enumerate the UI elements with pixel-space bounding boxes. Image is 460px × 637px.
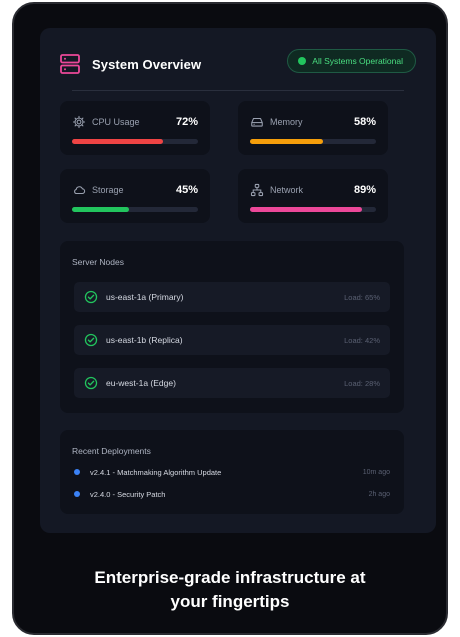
node-load: Load: 28%: [344, 378, 380, 388]
node-load: Load: 65%: [344, 292, 380, 302]
metric-value: 89%: [353, 184, 376, 196]
server-node-row[interactable]: us-east-1a (Primary) Load: 65%: [74, 282, 390, 312]
check-circle-icon: [84, 290, 98, 304]
metric-label: Memory: [270, 117, 303, 127]
progress-fill: [72, 207, 129, 212]
network-icon: [250, 183, 264, 197]
metric-label: Network: [270, 185, 304, 195]
progress-fill: [250, 207, 363, 212]
tagline: Enterprise-grade infrastructure at your …: [14, 566, 446, 614]
progress-track: [250, 207, 376, 212]
progress-track: [250, 139, 376, 144]
deployment-item[interactable]: v2.4.0 - Security Patch 2h ago: [74, 487, 390, 501]
progress-track: [72, 139, 198, 144]
hard-drive-icon: [251, 117, 263, 127]
server-node-row[interactable]: us-east-1b (Replica) Load: 42%: [74, 325, 390, 355]
status-text: All Systems Operational: [312, 56, 403, 66]
server-nodes-panel: Server Nodes us-east-1a (Primary) Load: …: [60, 241, 404, 413]
metric-card-cpu: CPU Usage 72%: [60, 101, 210, 155]
deployment-dot: [74, 491, 80, 497]
dashboard-screen: System Overview All Systems Operational …: [40, 28, 436, 533]
deployment-dot: [74, 469, 80, 475]
metric-value: 45%: [175, 184, 198, 196]
node-load: Load: 42%: [344, 335, 380, 345]
progress-fill: [250, 139, 324, 144]
check-circle-icon: [84, 333, 98, 347]
dashboard-header: System Overview All Systems Operational: [58, 46, 418, 82]
progress-track: [72, 207, 198, 212]
metric-label: CPU Usage: [92, 117, 140, 127]
panel-title: Recent Deployments: [72, 446, 151, 456]
recent-deployments-panel: Recent Deployments v2.4.1 - Matchmaking …: [60, 430, 404, 514]
page-title: System Overview: [92, 56, 202, 72]
deployment-text: v2.4.0 - Security Patch: [90, 489, 166, 499]
header-divider: [72, 90, 404, 91]
status-badge: All Systems Operational: [287, 49, 416, 73]
panel-title: Server Nodes: [72, 257, 124, 267]
server-node-row[interactable]: eu-west-1a (Edge) Load: 28%: [74, 368, 390, 398]
check-circle-icon: [84, 376, 98, 390]
deployment-text: v2.4.1 - Matchmaking Algorithm Update: [90, 467, 222, 477]
deployment-time: 10m ago: [362, 468, 390, 476]
node-name: us-east-1b (Replica): [106, 335, 183, 345]
status-dot: [298, 57, 307, 65]
deployment-time: 2h ago: [368, 490, 390, 498]
server-icon: [60, 54, 80, 74]
metric-card-memory: Memory 58%: [238, 101, 388, 155]
node-name: eu-west-1a (Edge): [106, 378, 176, 388]
progress-fill: [72, 139, 163, 144]
device-frame: System Overview All Systems Operational …: [12, 2, 448, 635]
metric-value: 58%: [353, 116, 376, 128]
cpu-gear-icon: [72, 115, 86, 129]
node-name: us-east-1a (Primary): [106, 292, 184, 302]
tagline-line-1: Enterprise-grade infrastructure at: [94, 568, 366, 587]
metric-card-storage: Storage 45%: [60, 169, 210, 223]
cloud-icon: [74, 186, 86, 195]
tagline-line-2: your fingertips: [170, 592, 290, 611]
metric-value: 72%: [175, 116, 198, 128]
metric-label: Storage: [92, 185, 124, 195]
metric-card-network: Network 89%: [238, 169, 388, 223]
deployment-item[interactable]: v2.4.1 - Matchmaking Algorithm Update 10…: [74, 465, 390, 479]
